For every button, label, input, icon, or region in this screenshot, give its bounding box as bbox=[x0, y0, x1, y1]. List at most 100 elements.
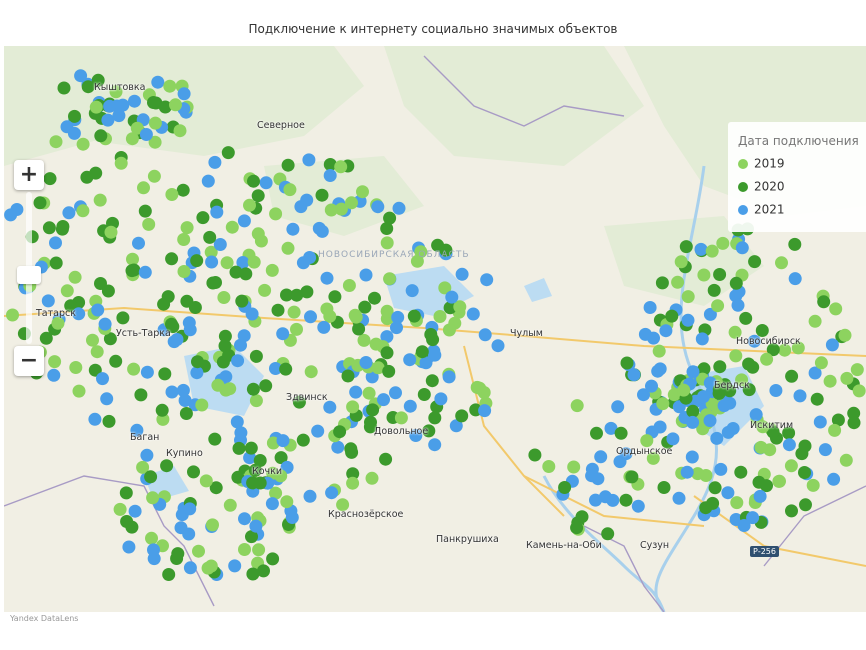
object-marker[interactable] bbox=[74, 69, 88, 83]
object-marker[interactable] bbox=[333, 425, 347, 439]
object-marker[interactable] bbox=[695, 332, 709, 346]
object-marker[interactable] bbox=[405, 284, 419, 298]
object-marker[interactable] bbox=[677, 383, 691, 397]
object-marker[interactable] bbox=[201, 174, 215, 188]
object-marker[interactable] bbox=[323, 169, 337, 182]
object-marker[interactable] bbox=[365, 471, 379, 485]
object-marker[interactable] bbox=[769, 384, 783, 397]
object-marker[interactable] bbox=[183, 502, 197, 516]
object-marker[interactable] bbox=[772, 474, 786, 488]
object-marker[interactable] bbox=[232, 441, 246, 455]
object-marker[interactable] bbox=[407, 309, 421, 323]
object-marker[interactable] bbox=[276, 434, 290, 448]
object-marker[interactable] bbox=[69, 361, 83, 374]
object-marker[interactable] bbox=[76, 204, 90, 218]
object-marker[interactable] bbox=[199, 474, 213, 488]
object-marker[interactable] bbox=[377, 393, 390, 407]
object-marker[interactable] bbox=[300, 193, 314, 207]
object-marker[interactable] bbox=[742, 357, 756, 371]
object-marker[interactable] bbox=[244, 441, 258, 455]
object-marker[interactable] bbox=[280, 288, 293, 302]
object-marker[interactable] bbox=[140, 365, 154, 379]
object-marker[interactable] bbox=[659, 324, 673, 338]
object-marker[interactable] bbox=[391, 310, 405, 324]
object-marker[interactable] bbox=[235, 294, 249, 308]
object-marker[interactable] bbox=[785, 369, 799, 383]
object-marker[interactable] bbox=[300, 285, 314, 299]
object-marker[interactable] bbox=[113, 502, 127, 516]
object-marker[interactable] bbox=[158, 367, 172, 381]
object-marker[interactable] bbox=[281, 241, 295, 255]
object-marker[interactable] bbox=[132, 236, 145, 250]
object-marker[interactable] bbox=[96, 372, 109, 386]
object-marker[interactable] bbox=[237, 214, 251, 228]
object-marker[interactable] bbox=[266, 552, 280, 566]
object-marker[interactable] bbox=[480, 273, 494, 287]
object-marker[interactable] bbox=[287, 305, 301, 319]
object-marker[interactable] bbox=[234, 338, 247, 352]
object-marker[interactable] bbox=[806, 478, 820, 492]
object-marker[interactable] bbox=[49, 135, 63, 149]
object-marker[interactable] bbox=[710, 431, 724, 445]
object-marker[interactable] bbox=[334, 160, 348, 174]
object-marker[interactable] bbox=[271, 303, 285, 317]
object-marker[interactable] bbox=[478, 328, 492, 342]
object-marker[interactable] bbox=[147, 169, 161, 183]
object-marker[interactable] bbox=[721, 425, 735, 439]
object-marker[interactable] bbox=[122, 540, 136, 554]
object-marker[interactable] bbox=[103, 99, 117, 113]
object-marker[interactable] bbox=[173, 124, 187, 138]
object-marker[interactable] bbox=[852, 384, 866, 398]
object-marker[interactable] bbox=[148, 116, 162, 130]
object-marker[interactable] bbox=[785, 504, 798, 518]
object-marker[interactable] bbox=[793, 389, 807, 403]
object-marker[interactable] bbox=[218, 329, 232, 343]
object-marker[interactable] bbox=[491, 339, 505, 353]
object-marker[interactable] bbox=[655, 276, 669, 290]
object-marker[interactable] bbox=[276, 327, 290, 341]
object-marker[interactable] bbox=[782, 438, 796, 452]
legend-item-2020[interactable]: 2020 bbox=[738, 179, 785, 195]
object-marker[interactable] bbox=[625, 470, 639, 484]
object-marker[interactable] bbox=[137, 181, 150, 195]
object-marker[interactable] bbox=[379, 452, 393, 466]
zoom-out-button[interactable]: − bbox=[14, 346, 44, 376]
object-marker[interactable] bbox=[128, 94, 141, 108]
object-marker[interactable] bbox=[847, 406, 861, 420]
object-marker[interactable] bbox=[72, 384, 86, 398]
object-marker[interactable] bbox=[840, 371, 854, 385]
object-marker[interactable] bbox=[109, 354, 123, 368]
object-marker[interactable] bbox=[296, 256, 310, 270]
object-marker[interactable] bbox=[589, 493, 602, 507]
object-marker[interactable] bbox=[86, 333, 99, 347]
object-marker[interactable] bbox=[80, 170, 94, 184]
object-marker[interactable] bbox=[217, 291, 231, 304]
object-marker[interactable] bbox=[243, 198, 256, 212]
object-marker[interactable] bbox=[346, 476, 360, 490]
object-marker[interactable] bbox=[221, 146, 235, 160]
object-marker[interactable] bbox=[383, 272, 397, 286]
object-marker[interactable] bbox=[94, 129, 108, 143]
object-marker[interactable] bbox=[415, 345, 429, 359]
object-marker[interactable] bbox=[179, 407, 193, 420]
object-marker[interactable] bbox=[403, 353, 417, 367]
object-marker[interactable] bbox=[731, 298, 745, 312]
object-marker[interactable] bbox=[101, 284, 115, 298]
object-marker[interactable] bbox=[89, 100, 103, 114]
object-marker[interactable] bbox=[734, 465, 748, 479]
object-marker[interactable] bbox=[594, 450, 608, 464]
object-marker[interactable] bbox=[428, 411, 442, 425]
object-marker[interactable] bbox=[280, 495, 294, 509]
object-marker[interactable] bbox=[680, 465, 694, 479]
object-marker[interactable] bbox=[247, 174, 260, 188]
object-marker[interactable] bbox=[205, 255, 219, 269]
object-marker[interactable] bbox=[528, 448, 542, 462]
object-marker[interactable] bbox=[371, 200, 385, 214]
object-marker[interactable] bbox=[839, 453, 853, 467]
object-marker[interactable] bbox=[142, 217, 156, 231]
object-marker[interactable] bbox=[247, 255, 261, 269]
object-marker[interactable] bbox=[146, 491, 160, 505]
object-marker[interactable] bbox=[729, 349, 743, 363]
object-marker[interactable] bbox=[729, 276, 743, 290]
object-marker[interactable] bbox=[68, 109, 81, 123]
